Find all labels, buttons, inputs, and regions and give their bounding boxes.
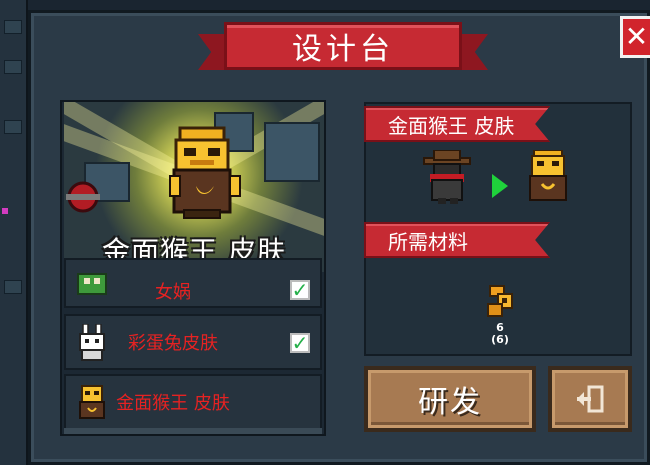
material-count: 6 (6) (480, 322, 520, 346)
list-item-golden-monkey-king[interactable]: 金面猴王 皮肤 (64, 374, 322, 430)
background-decoration (2, 208, 8, 214)
exit-door-icon (577, 385, 604, 413)
materials-ribbon: 所需材料 (364, 222, 550, 258)
result-ribbon: 金面猴王 皮肤 (364, 106, 550, 142)
owned-check-icon: ✓ (290, 278, 310, 302)
red-orb-icon (66, 181, 100, 213)
list-item-label: 彩蛋兔皮肤 (128, 333, 218, 354)
list-item-nuwa[interactable]: 女娲 ✓ (64, 258, 322, 308)
original-hero-icon (423, 150, 471, 204)
research-button-label: 研发 (418, 385, 482, 420)
background-dungeon (0, 0, 28, 465)
materials-title: 所需材料 (388, 229, 468, 254)
page-title: 设计台 (224, 22, 462, 70)
close-icon: ✕ (624, 20, 649, 53)
result-title: 金面猴王 皮肤 (388, 113, 515, 138)
list-item-label: 金面猴王 皮肤 (116, 393, 230, 414)
owned-check-icon: ✓ (290, 331, 310, 355)
list-item-easter-bunny[interactable]: 彩蛋兔皮肤 ✓ (64, 314, 322, 370)
material-owned: (6) (491, 333, 509, 346)
close-button[interactable]: ✕ (620, 16, 650, 58)
research-button[interactable]: 研发 (364, 366, 536, 432)
selected-item-preview: 金面猴王 皮肤 (64, 102, 324, 272)
material-part-icon (487, 285, 513, 317)
list-item-label: 女娲 (155, 282, 191, 303)
title-ribbon: 设计台 (198, 20, 488, 74)
list-scrollbar[interactable] (64, 428, 322, 434)
golden-monkey-king-icon (169, 126, 241, 219)
convert-arrow-icon (492, 174, 508, 198)
new-skin-icon (529, 150, 567, 201)
exit-button[interactable] (548, 366, 632, 432)
